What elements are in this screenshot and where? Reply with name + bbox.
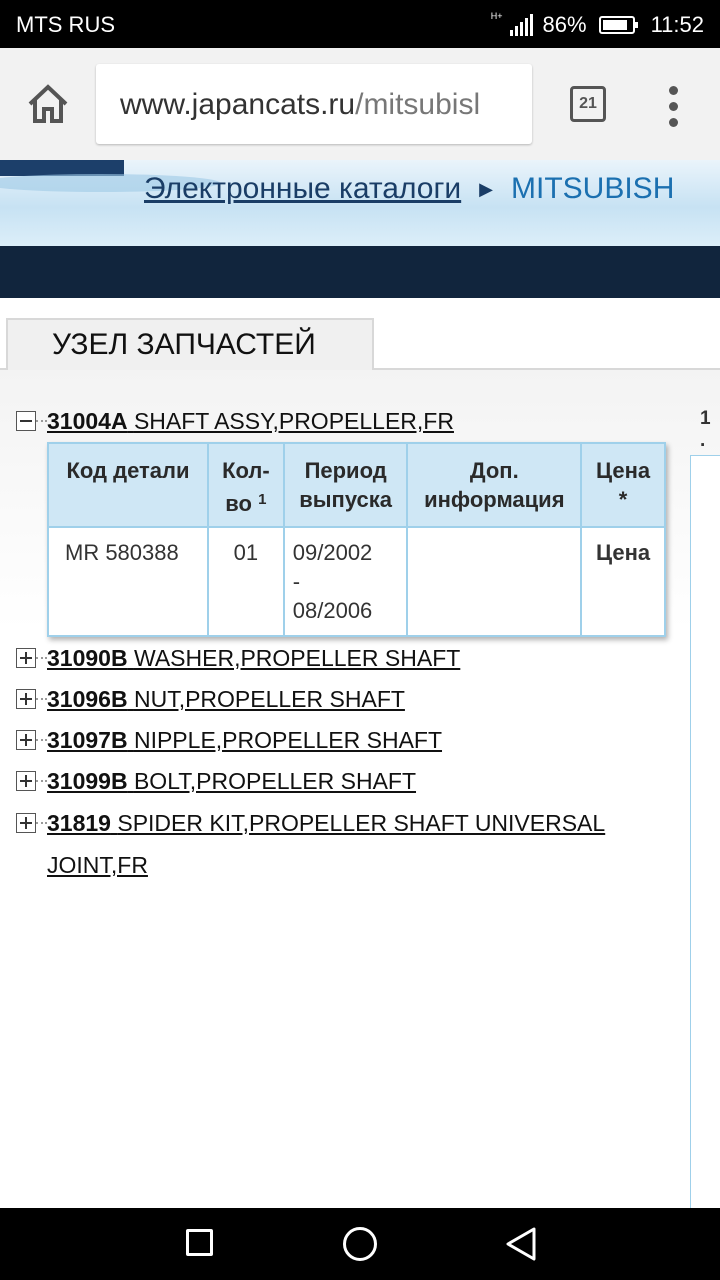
tree-item: 31096B NUT,PROPELLER SHAFT bbox=[16, 679, 405, 719]
tabs-icon[interactable]: 21 bbox=[570, 86, 606, 122]
part-group-link[interactable]: 31819 SPIDER KIT,PROPELLER SHAFT UNIVERS… bbox=[47, 810, 605, 837]
expand-icon[interactable] bbox=[16, 689, 36, 709]
col-header-info: Доп. информация bbox=[406, 442, 583, 528]
expand-icon[interactable] bbox=[16, 730, 36, 750]
tree-item: 31097B NIPPLE,PROPELLER SHAFT bbox=[16, 720, 442, 760]
part-group-link[interactable]: 31097B NIPPLE,PROPELLER SHAFT bbox=[47, 727, 442, 754]
period-cell: 09/2002-08/2006 bbox=[282, 526, 409, 637]
tree-connector bbox=[36, 780, 47, 782]
recent-apps-icon[interactable] bbox=[186, 1229, 213, 1256]
tree-item: 31090B WASHER,PROPELLER SHAFT bbox=[16, 638, 460, 678]
battery-percent: 86% bbox=[542, 12, 587, 37]
breadcrumb-catalogs-link[interactable]: Электронные каталоги bbox=[144, 172, 461, 206]
home-icon[interactable] bbox=[22, 78, 74, 130]
col-header-qty: Кол-во 1 bbox=[207, 442, 285, 528]
clock: 11:52 bbox=[650, 12, 704, 37]
status-bar: MTS RUS H+ 86% 11:52 bbox=[0, 0, 720, 48]
overflow-menu-icon[interactable] bbox=[664, 86, 684, 127]
home-circle-icon[interactable] bbox=[343, 1227, 377, 1261]
breadcrumb-arrow-icon: ▶ bbox=[479, 178, 494, 199]
col-header-code: Код детали bbox=[47, 442, 209, 528]
part-group-link[interactable]: 31099B BOLT,PROPELLER SHAFT bbox=[47, 768, 416, 795]
network-type: H+ bbox=[490, 11, 503, 21]
parts-table: Код детали Кол-во 1 Период выпуска Доп. ин… bbox=[47, 442, 666, 637]
tree-item: 31819 SPIDER KIT,PROPELLER SHAFT UNIVERS… bbox=[16, 803, 605, 843]
status-indicators: H+ 86% 11:52 bbox=[491, 12, 704, 38]
signal-icon bbox=[509, 14, 533, 36]
part-group-link[interactable]: 31096B NUT,PROPELLER SHAFT bbox=[47, 686, 405, 713]
collapse-icon[interactable] bbox=[16, 411, 36, 431]
breadcrumb: Электронные каталоги ▶ MITSUBISH bbox=[144, 172, 674, 206]
table-header-row: Код детали Кол-во 1 Период выпуска Доп. ин… bbox=[47, 442, 666, 528]
expand-icon[interactable] bbox=[16, 813, 36, 833]
part-group-link[interactable]: 31090B WASHER,PROPELLER SHAFT bbox=[47, 645, 460, 672]
table-row: MR 580388 01 09/2002-08/2006 Цена bbox=[47, 526, 666, 637]
qty-cell: 01 bbox=[207, 526, 285, 637]
tab-parts-assembly[interactable]: УЗЕЛ ЗАПЧАСТЕЙ bbox=[6, 318, 374, 370]
carrier-name: MTS RUS bbox=[16, 12, 115, 37]
tree-item: 31099B BOLT,PROPELLER SHAFT bbox=[16, 761, 416, 801]
navigation-bar bbox=[0, 1208, 720, 1280]
tree-connector bbox=[36, 698, 47, 700]
col-header-period: Период выпуска bbox=[282, 442, 409, 528]
browser-toolbar: www.japancats.ru/mitsubisl 21 bbox=[0, 48, 720, 160]
tree-connector bbox=[36, 822, 47, 824]
tree-item-expanded: 31004A SHAFT ASSY,PROPELLER,FR bbox=[16, 401, 454, 441]
part-group-link-continued[interactable]: JOINT,FR bbox=[47, 852, 148, 879]
part-group-link[interactable]: 31004A SHAFT ASSY,PROPELLER,FR bbox=[47, 408, 454, 435]
back-icon[interactable] bbox=[504, 1226, 538, 1267]
site-header: Электронные каталоги ▶ MITSUBISH bbox=[0, 160, 720, 246]
price-link[interactable]: Цена bbox=[580, 526, 666, 637]
tree-connector bbox=[36, 420, 47, 422]
header-band bbox=[0, 246, 720, 298]
right-column-number: 1 . bbox=[700, 408, 711, 451]
address-bar[interactable]: www.japancats.ru/mitsubisl bbox=[96, 64, 532, 144]
url-host: www.japancats.ru bbox=[120, 88, 356, 121]
right-panel bbox=[690, 455, 720, 1210]
info-cell bbox=[406, 526, 583, 637]
col-header-price: Цена * bbox=[580, 442, 666, 528]
tab-count: 21 bbox=[579, 95, 597, 112]
tree-connector bbox=[36, 657, 47, 659]
battery-icon bbox=[598, 16, 638, 34]
part-code-cell: MR 580388 bbox=[47, 526, 209, 637]
expand-icon[interactable] bbox=[16, 771, 36, 791]
url-path: /mitsubisl bbox=[355, 88, 481, 121]
tree-connector bbox=[36, 739, 47, 741]
breadcrumb-current[interactable]: MITSUBISH bbox=[511, 172, 674, 206]
expand-icon[interactable] bbox=[16, 648, 36, 668]
